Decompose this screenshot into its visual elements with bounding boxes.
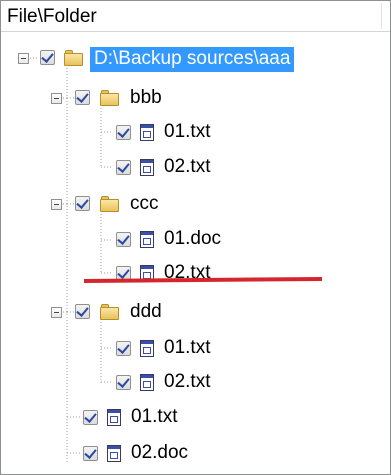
checkmark-icon <box>84 410 97 423</box>
checkmark-icon <box>117 125 130 138</box>
checkmark-icon <box>117 341 130 354</box>
file-folder-tree-panel: File\Folder D:\Backup sources\aaa bbb 01… <box>0 0 391 475</box>
file-icon <box>107 409 121 426</box>
checkmark-icon <box>117 266 130 279</box>
checkmark-icon <box>41 50 54 63</box>
checkbox-file[interactable] <box>116 160 131 175</box>
checkbox-root[interactable] <box>40 50 55 65</box>
file-icon <box>140 124 154 141</box>
checkmark-icon <box>76 196 89 209</box>
checkbox-file[interactable] <box>116 232 131 247</box>
tree-item-label-file[interactable]: 01.doc <box>164 228 221 250</box>
collapse-toggle-icon[interactable] <box>18 53 29 64</box>
collapse-toggle-icon[interactable] <box>51 199 62 210</box>
checkmark-icon <box>76 90 89 103</box>
folder-icon <box>100 304 120 320</box>
tree-item-label-file[interactable]: 02.txt <box>164 371 210 393</box>
checkbox-file[interactable] <box>116 341 131 356</box>
checkbox-file[interactable] <box>83 410 98 425</box>
tree-item-label-folder-ddd[interactable]: ddd <box>130 301 162 323</box>
tree-item-label-file[interactable]: 02.txt <box>164 156 210 178</box>
file-icon <box>140 374 154 391</box>
checkmark-icon <box>117 375 130 388</box>
collapse-toggle-icon[interactable] <box>51 93 62 104</box>
checkbox-file[interactable] <box>116 375 131 390</box>
file-icon <box>107 445 121 462</box>
file-icon <box>140 159 154 176</box>
tree-item-label-root[interactable]: D:\Backup sources\aaa <box>90 47 295 72</box>
tree-item-label-folder-ccc[interactable]: ccc <box>130 193 159 215</box>
tree-item-label-file[interactable]: 02.doc <box>131 442 188 464</box>
checkbox-file[interactable] <box>116 125 131 140</box>
checkbox-folder-ddd[interactable] <box>75 304 90 319</box>
checkmark-icon <box>84 446 97 459</box>
folder-icon <box>64 50 84 66</box>
folder-icon <box>100 196 120 212</box>
tree-item-label-folder-bbb[interactable]: bbb <box>130 87 162 109</box>
checkmark-icon <box>117 232 130 245</box>
tree-item-label-file[interactable]: 01.txt <box>164 337 210 359</box>
collapse-toggle-icon[interactable] <box>51 307 62 318</box>
folder-icon <box>100 90 120 106</box>
file-icon <box>140 340 154 357</box>
checkmark-icon <box>117 160 130 173</box>
tree-item-label-file[interactable]: 01.txt <box>131 406 177 428</box>
checkbox-folder-bbb[interactable] <box>75 90 90 105</box>
checkmark-icon <box>76 304 89 317</box>
checkbox-file[interactable] <box>83 446 98 461</box>
checkbox-folder-ccc[interactable] <box>75 196 90 211</box>
tree-item-label-file[interactable]: 01.txt <box>164 121 210 143</box>
file-icon <box>140 231 154 248</box>
